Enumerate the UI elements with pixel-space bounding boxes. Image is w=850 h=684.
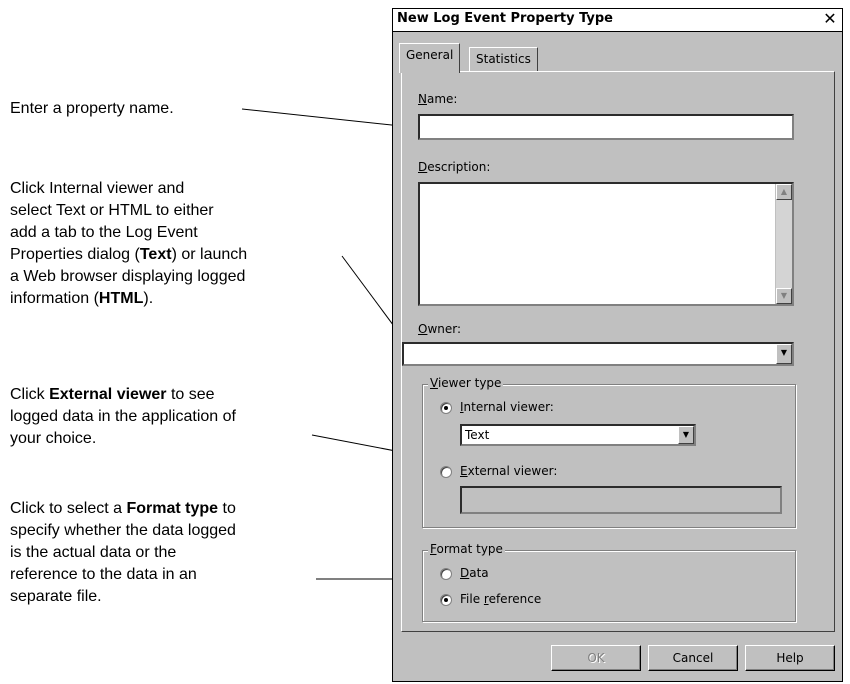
cancel-button-label: Cancel — [672, 651, 714, 665]
format-data-label[interactable]: Data — [460, 566, 489, 580]
callout-viewer: Click Internal viewer and select Text or… — [10, 178, 340, 310]
format-file-reference-label[interactable]: File reference — [460, 592, 541, 606]
external-viewer-label[interactable]: External viewer: — [460, 464, 557, 478]
internal-viewer-radio[interactable] — [440, 402, 452, 414]
help-button-label: Help — [776, 651, 804, 665]
name-label: Name: — [418, 92, 457, 106]
owner-select[interactable]: ▼ — [402, 342, 794, 366]
callout-format-text: to — [218, 500, 236, 517]
name-label-text: ame: — [426, 92, 458, 106]
callout-format-text: reference to the data in an — [10, 566, 197, 583]
format-file-reference-label-text: File — [460, 592, 484, 606]
chevron-down-icon[interactable]: ▼ — [678, 426, 694, 444]
callout-external-text: your choice. — [10, 430, 97, 447]
callout-external: Click External viewer to see logged data… — [10, 384, 340, 450]
callout-viewer-line: add a tab to the Log Event — [10, 224, 198, 241]
tab-general-label: General — [406, 48, 454, 62]
tab-general[interactable]: General — [399, 43, 461, 73]
callout-viewer-line: Click Internal viewer and — [10, 180, 185, 197]
callout-format-text: Click to select a — [10, 500, 127, 517]
description-label: Description: — [418, 160, 490, 174]
callout-viewer-line: Properties dialog ( — [10, 246, 140, 263]
format-type-group — [422, 550, 796, 622]
description-label-key: D — [418, 160, 428, 174]
callout-viewer-line: ). — [143, 290, 154, 307]
callout-viewer-bold-html: HTML — [98, 290, 144, 307]
callout-format-text: specify whether the data logged — [10, 522, 236, 539]
description-label-text: escription: — [427, 160, 491, 174]
callout-external-text: to see — [166, 386, 215, 403]
callout-external-text: Click — [10, 386, 50, 403]
external-viewer-label-key: E — [460, 464, 468, 478]
general-tab-panel: Name: Description: ▲ ▼ Owner: ▼ Viewer t… — [401, 71, 835, 632]
name-label-key: N — [418, 92, 427, 106]
format-type-legend: Format type — [428, 542, 505, 556]
name-input[interactable] — [418, 114, 794, 140]
owner-label: Owner: — [418, 322, 461, 336]
callout-viewer-line: ) or launch — [171, 246, 248, 263]
format-file-reference-label-text: eference — [488, 592, 542, 606]
callout-viewer-line: a Web browser displaying logged — [10, 268, 246, 285]
internal-viewer-label[interactable]: Internal viewer: — [460, 400, 554, 414]
tab-statistics[interactable]: Statistics — [469, 47, 538, 71]
internal-viewer-select[interactable]: Text ▼ — [460, 424, 696, 446]
callout-viewer-line: information ( — [10, 290, 99, 307]
callout-name: Enter a property name. — [10, 98, 340, 120]
external-viewer-radio[interactable] — [440, 466, 452, 478]
callout-viewer-bold-text: Text — [139, 246, 172, 263]
callout-external-bold: External viewer — [49, 386, 167, 403]
viewer-type-legend: Viewer type — [428, 376, 504, 390]
radio-selected-dot — [444, 406, 448, 410]
format-data-radio[interactable] — [440, 568, 452, 580]
external-viewer-input[interactable] — [460, 486, 782, 514]
format-data-label-text: ata — [469, 566, 489, 580]
description-scrollbar[interactable]: ▲ ▼ — [775, 184, 792, 304]
chevron-down-icon[interactable]: ▼ — [776, 344, 792, 364]
ok-button-label: OK — [587, 651, 605, 665]
tab-statistics-label: Statistics — [476, 52, 531, 66]
callout-external-text: logged data in the application of — [10, 408, 236, 425]
internal-viewer-label-text: nternal viewer: — [463, 400, 554, 414]
callout-format-bold: Format type — [126, 500, 219, 517]
format-file-reference-radio[interactable] — [440, 594, 452, 606]
viewer-type-legend-key: V — [430, 376, 438, 390]
help-button[interactable]: Help — [745, 645, 835, 671]
internal-viewer-select-value: Text — [465, 428, 490, 442]
callout-format: Click to select a Format type to specify… — [10, 498, 340, 608]
callout-name-text: Enter a property name. — [10, 100, 174, 117]
callout-format-text: is the actual data or the — [10, 544, 177, 561]
scroll-up-icon[interactable]: ▲ — [776, 184, 792, 200]
close-icon[interactable]: ✕ — [822, 11, 838, 27]
dialog-title-bar[interactable]: New Log Event Property Type ✕ — [393, 9, 842, 32]
format-type-legend-text: ormat type — [436, 542, 503, 556]
scroll-down-icon[interactable]: ▼ — [776, 288, 792, 304]
log-event-property-dialog: New Log Event Property Type ✕ General St… — [392, 8, 843, 682]
callout-format-text: separate file. — [10, 588, 102, 605]
external-viewer-label-text: xternal viewer: — [467, 464, 558, 478]
format-data-label-key: D — [460, 566, 470, 580]
owner-label-text: wner: — [427, 322, 462, 336]
cancel-button[interactable]: Cancel — [648, 645, 738, 671]
viewer-type-legend-text: iewer type — [437, 376, 502, 390]
radio-selected-dot — [444, 598, 448, 602]
ok-button[interactable]: OK — [551, 645, 641, 671]
description-textarea[interactable]: ▲ ▼ — [418, 182, 794, 306]
dialog-title: New Log Event Property Type — [397, 11, 613, 26]
callout-viewer-line: select Text or HTML to either — [10, 202, 214, 219]
